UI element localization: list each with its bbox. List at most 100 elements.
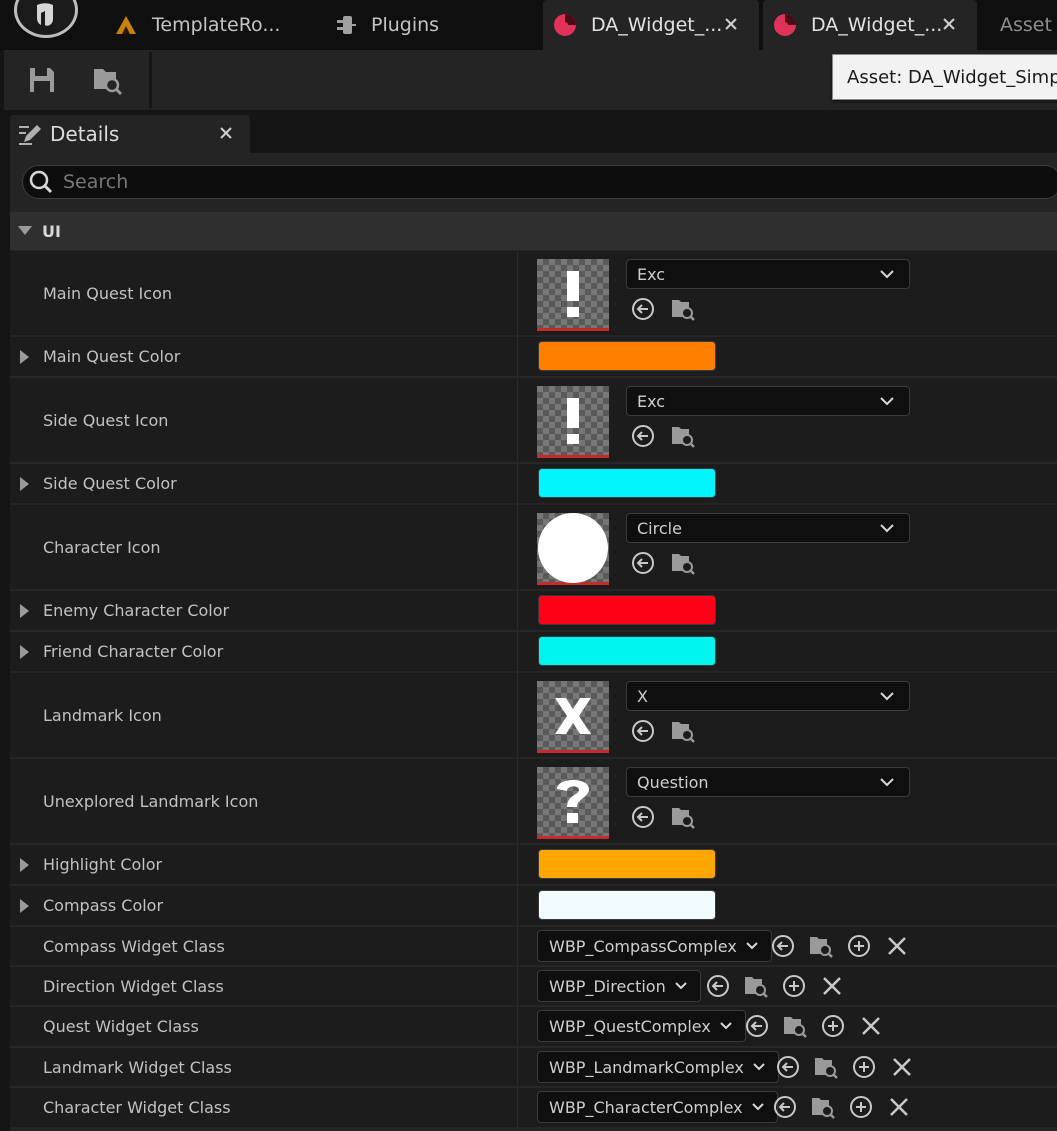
add-icon[interactable] xyxy=(851,1054,877,1080)
combo-value: Question xyxy=(637,772,709,792)
use-selected-icon[interactable] xyxy=(630,718,656,744)
use-selected-icon[interactable] xyxy=(744,1013,770,1039)
save-button[interactable] xyxy=(24,62,60,98)
unreal-logo-icon[interactable] xyxy=(14,0,78,38)
category-ui[interactable]: UI xyxy=(10,212,1057,250)
details-tab[interactable]: Details xyxy=(10,115,250,153)
tab-bar: TemplateRo... Plugins DA_Widget_... DA_W… xyxy=(0,0,1057,50)
asset-picker-combo[interactable]: Exc xyxy=(626,259,910,289)
clear-icon[interactable] xyxy=(858,1013,884,1039)
use-selected-icon[interactable] xyxy=(630,550,656,576)
chevron-down-icon xyxy=(719,1020,733,1032)
property-row-highlight-color: Highlight Color xyxy=(10,845,1057,886)
chevron-down-icon xyxy=(745,940,759,952)
texture-thumbnail[interactable] xyxy=(537,386,609,458)
clear-icon[interactable] xyxy=(886,1094,912,1120)
add-icon[interactable] xyxy=(848,1094,874,1120)
close-icon[interactable] xyxy=(721,14,741,34)
plugin-icon xyxy=(333,13,357,37)
collapse-arrow-icon[interactable] xyxy=(18,226,32,236)
expand-arrow-icon[interactable] xyxy=(20,603,29,618)
use-selected-icon[interactable] xyxy=(630,296,656,322)
add-icon[interactable] xyxy=(820,1013,846,1039)
property-label: Direction Widget Class xyxy=(43,976,224,996)
use-selected-icon[interactable] xyxy=(630,423,656,449)
browse-icon[interactable] xyxy=(808,933,834,959)
class-picker-combo[interactable]: WBP_QuestComplex xyxy=(537,1010,746,1042)
property-label: Quest Widget Class xyxy=(43,1017,199,1036)
class-picker-combo[interactable]: WBP_CharacterComplex xyxy=(537,1091,778,1123)
clear-icon[interactable] xyxy=(889,1054,915,1080)
combo-value: WBP_LandmarkComplex xyxy=(549,1057,744,1077)
property-row-character-icon: Character Icon Circle xyxy=(10,505,1057,591)
add-icon[interactable] xyxy=(781,973,807,999)
texture-thumbnail[interactable] xyxy=(537,681,609,753)
color-swatch[interactable] xyxy=(538,890,716,920)
browse-icon[interactable] xyxy=(670,804,696,830)
property-label: Unexplored Landmark Icon xyxy=(43,791,259,811)
expand-arrow-icon[interactable] xyxy=(20,476,29,491)
tab-label: DA_Widget_... xyxy=(811,14,943,36)
chevron-down-icon xyxy=(879,394,895,408)
property-row-landmark-widget-class: Landmark Widget Class WBP_LandmarkComple… xyxy=(10,1048,1057,1088)
texture-thumbnail[interactable] xyxy=(537,259,609,331)
add-icon[interactable] xyxy=(846,933,872,959)
browse-icon[interactable] xyxy=(670,718,696,744)
color-swatch[interactable] xyxy=(538,468,716,498)
browse-folder-icon xyxy=(94,69,123,95)
chevron-down-icon xyxy=(674,980,688,992)
property-row-main-quest-icon: Main Quest Icon Exc xyxy=(10,251,1057,337)
tab-plugins[interactable]: Plugins xyxy=(333,0,439,50)
class-picker-combo[interactable]: WBP_LandmarkComplex xyxy=(537,1051,779,1083)
property-label: Character Icon xyxy=(43,537,161,557)
clear-icon[interactable] xyxy=(884,933,910,959)
use-selected-icon[interactable] xyxy=(772,1094,798,1120)
search-box[interactable] xyxy=(22,165,1057,199)
class-picker-combo[interactable]: WBP_Direction xyxy=(537,970,701,1002)
asset-picker-combo[interactable]: Exc xyxy=(626,386,910,416)
browse-icon[interactable] xyxy=(670,550,696,576)
property-label: Side Quest Icon xyxy=(43,410,169,430)
color-swatch[interactable] xyxy=(538,341,716,371)
asset-picker-combo[interactable]: Question xyxy=(626,767,910,797)
browse-to-asset-button[interactable] xyxy=(90,62,126,98)
tab-data-asset-1[interactable]: DA_Widget_... xyxy=(543,0,759,50)
asset-picker-combo[interactable]: Circle xyxy=(626,513,910,543)
chevron-down-icon xyxy=(751,1101,765,1113)
expand-arrow-icon[interactable] xyxy=(20,644,29,659)
class-picker-combo[interactable]: WBP_CompassComplex xyxy=(537,930,772,962)
use-selected-icon[interactable] xyxy=(770,933,796,959)
color-swatch[interactable] xyxy=(538,849,716,879)
use-selected-icon[interactable] xyxy=(775,1054,801,1080)
property-row-enemy-character-color: Enemy Character Color xyxy=(10,591,1057,632)
x-mark-icon xyxy=(555,697,591,734)
browse-icon[interactable] xyxy=(810,1094,836,1120)
search-input[interactable] xyxy=(63,171,963,193)
tab-asset-3[interactable]: Asset xyxy=(1000,0,1052,50)
clear-icon[interactable] xyxy=(819,973,845,999)
question-mark-icon xyxy=(557,779,589,823)
color-swatch[interactable] xyxy=(538,595,716,625)
use-selected-icon[interactable] xyxy=(630,804,656,830)
browse-icon[interactable] xyxy=(743,973,769,999)
browse-icon[interactable] xyxy=(813,1054,839,1080)
browse-icon[interactable] xyxy=(670,296,696,322)
close-icon[interactable] xyxy=(939,14,959,34)
property-label: Character Widget Class xyxy=(43,1098,231,1117)
asset-picker-combo[interactable]: X xyxy=(626,681,910,711)
tab-project[interactable]: TemplateRo... xyxy=(114,0,280,50)
property-row-quest-widget-class: Quest Widget Class WBP_QuestComplex xyxy=(10,1007,1057,1048)
use-selected-icon[interactable] xyxy=(705,973,731,999)
color-swatch[interactable] xyxy=(538,636,716,666)
texture-thumbnail[interactable] xyxy=(537,512,609,585)
browse-icon[interactable] xyxy=(782,1013,808,1039)
expand-arrow-icon[interactable] xyxy=(20,857,29,872)
texture-thumbnail[interactable] xyxy=(537,767,609,839)
expand-arrow-icon[interactable] xyxy=(20,349,29,364)
browse-icon[interactable] xyxy=(670,423,696,449)
expand-arrow-icon[interactable] xyxy=(20,898,29,913)
tab-data-asset-2[interactable]: DA_Widget_... xyxy=(763,0,977,50)
combo-value: Circle xyxy=(637,518,682,538)
property-label: Main Quest Color xyxy=(43,347,181,366)
close-icon[interactable] xyxy=(220,124,232,143)
